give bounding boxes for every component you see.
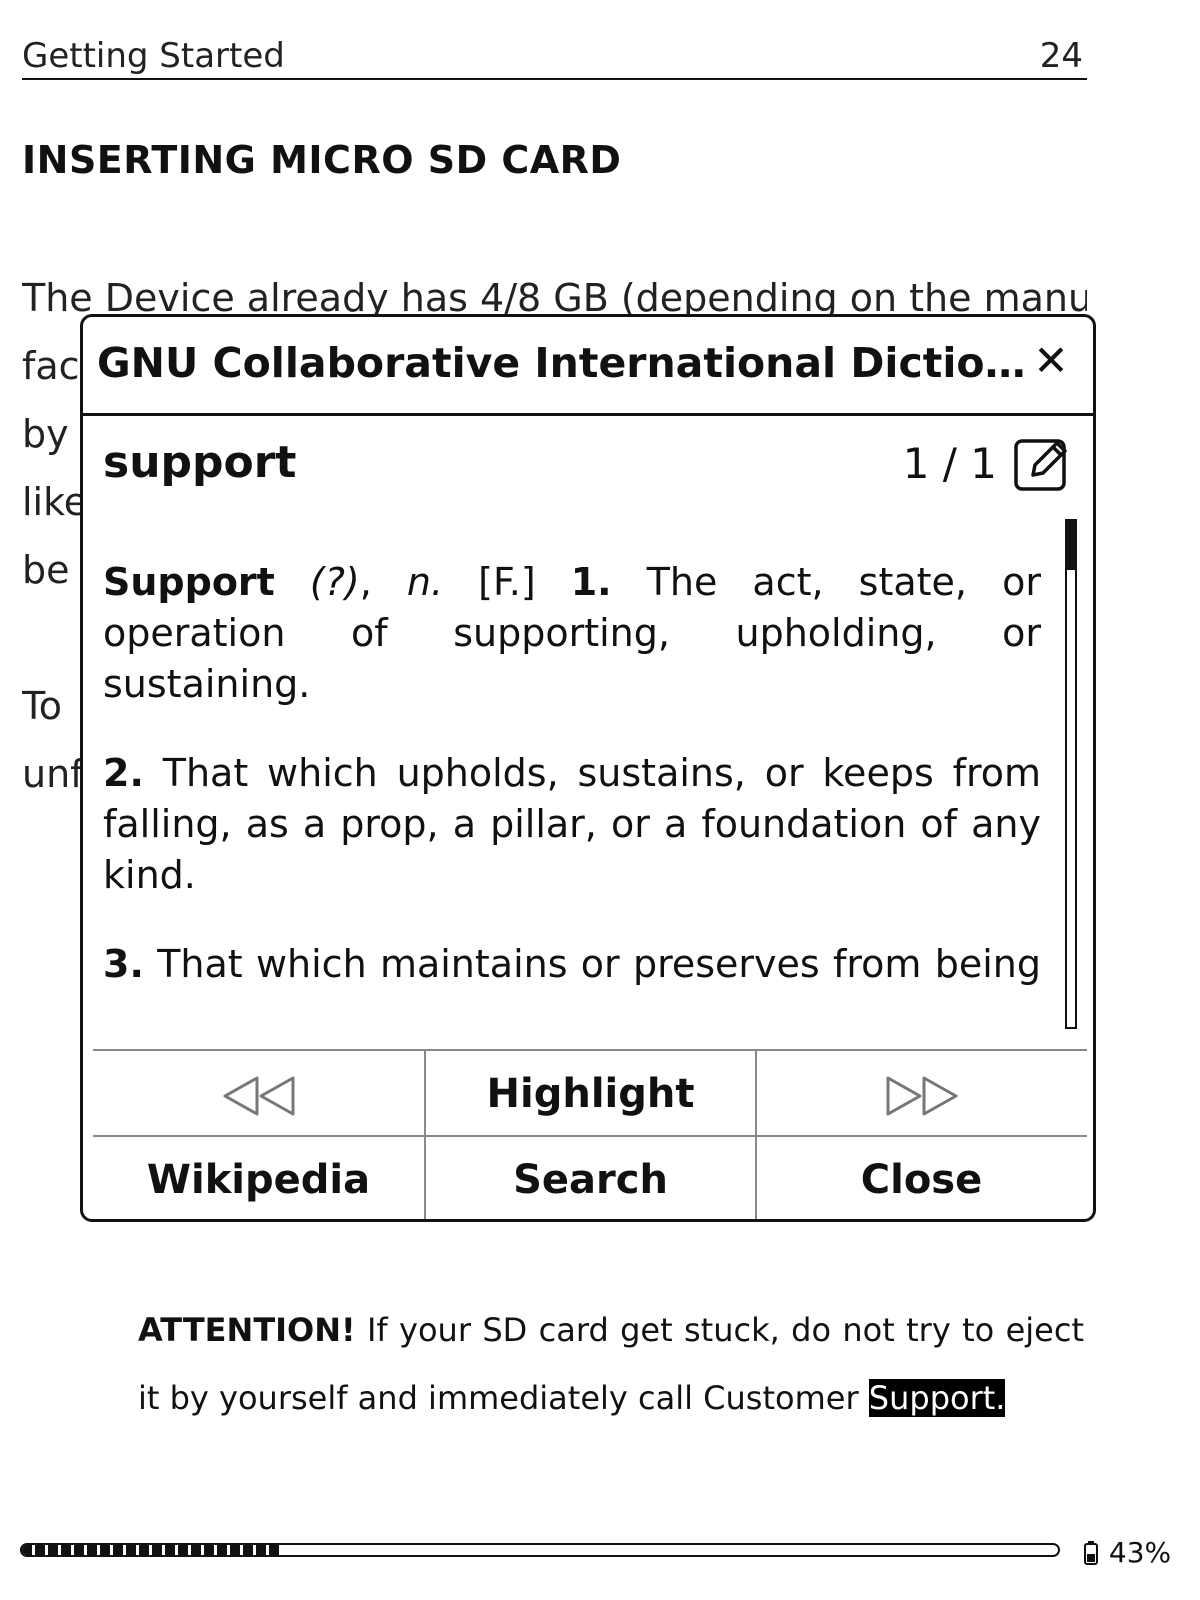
dictionary-name[interactable]: GNU Collaborative International Dictiona… xyxy=(97,339,1027,387)
lookup-word: support xyxy=(103,437,297,488)
reading-progress-fill xyxy=(22,1545,281,1555)
page-number: 24 xyxy=(1039,36,1083,76)
button-row-top: Highlight xyxy=(93,1049,1087,1137)
battery-percent: 43% xyxy=(1108,1536,1172,1569)
sense-text: That which upholds, sustains, or keeps f… xyxy=(103,751,1041,897)
battery-status: 43% xyxy=(1084,1536,1171,1569)
prev-double-triangle-icon xyxy=(219,1071,299,1117)
edit-icon[interactable] xyxy=(1013,435,1071,493)
result-counter: 1 / 1 xyxy=(902,439,997,488)
button-row-bottom: Wikipedia Search Close xyxy=(93,1135,1087,1219)
reader-page: Getting Started 24 INSERTING MICRO SD CA… xyxy=(0,0,1200,1600)
word-row: support 1 / 1 xyxy=(83,415,1093,515)
highlight-button[interactable]: Highlight xyxy=(424,1051,755,1137)
next-double-triangle-icon xyxy=(882,1071,962,1117)
attention-label: ATTENTION! xyxy=(138,1311,356,1349)
scrollbar-thumb[interactable] xyxy=(1065,519,1077,570)
close-button[interactable]: Close xyxy=(755,1137,1086,1219)
part-of-speech: n. xyxy=(406,560,444,604)
reading-progress-bar[interactable] xyxy=(20,1543,1060,1557)
attention-note[interactable]: ATTENTION! If your SD card get stuck, do… xyxy=(138,1296,1084,1432)
chapter-title: Getting Started xyxy=(22,36,285,76)
dialog-buttons: Highlight Wikipedia Search Close xyxy=(93,1049,1087,1219)
section-heading: INSERTING MICRO SD CARD xyxy=(22,138,622,182)
sense-number: 3. xyxy=(103,942,144,986)
dictionary-dialog: GNU Collaborative International Dictiona… xyxy=(80,314,1096,1222)
definition-sense-2: 2. That which upholds, sustains, or keep… xyxy=(103,748,1041,901)
page-header: Getting Started 24 xyxy=(22,30,1087,80)
pronunciation: (?) xyxy=(309,560,360,604)
definition-sense-3: 3. That which maintains or preserves fro… xyxy=(103,939,1041,995)
sense-number: 2. xyxy=(103,751,144,795)
battery-icon xyxy=(1084,1536,1109,1569)
sense-text: That which maintains or preserves from b… xyxy=(103,942,1041,995)
selected-word-highlight[interactable]: Support. xyxy=(868,1379,1006,1417)
definition-sense-1: Support (?), n. [F.] 1. The act, state, … xyxy=(103,560,1041,706)
close-icon[interactable]: ✕ xyxy=(1029,339,1073,383)
dictionary-title-bar: GNU Collaborative International Dictiona… xyxy=(83,317,1093,416)
next-entry-button[interactable] xyxy=(755,1051,1086,1137)
definition-scrollbar[interactable] xyxy=(1065,519,1077,1029)
headword: Support xyxy=(103,560,275,604)
definition-text[interactable]: Support (?), n. [F.] 1. The act, state, … xyxy=(103,557,1041,995)
previous-entry-button[interactable] xyxy=(93,1051,424,1137)
sense-number: 1. xyxy=(570,560,612,604)
wikipedia-button[interactable]: Wikipedia xyxy=(93,1137,424,1219)
etymology: [F.] xyxy=(478,560,536,604)
search-button[interactable]: Search xyxy=(424,1137,755,1219)
